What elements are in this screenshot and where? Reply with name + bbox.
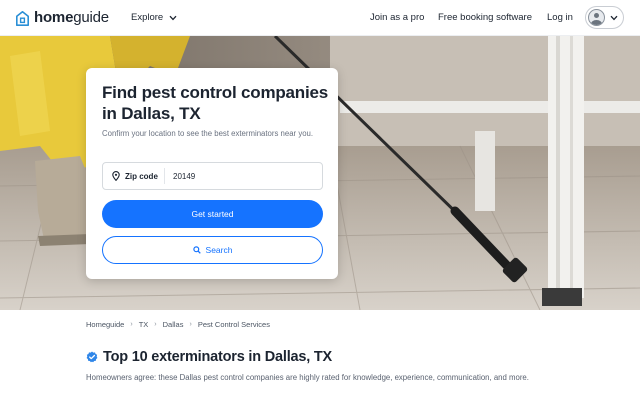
zip-code-field[interactable]: Zip code [102,162,323,190]
breadcrumb-separator: › [130,321,133,328]
search-button-label: Search [205,245,233,255]
chevron-down-icon [169,15,177,20]
account-menu-button[interactable] [585,6,624,29]
join-as-pro-link[interactable]: Join as a pro [370,12,424,23]
login-link[interactable]: Log in [547,12,573,23]
breadcrumb-city[interactable]: Dallas [163,320,184,329]
explore-menu[interactable]: Explore [131,12,177,23]
breadcrumb-home[interactable]: Homeguide [86,320,124,329]
zip-code-label: Zip code [103,168,165,184]
location-pin-icon [112,171,120,181]
home-logo-icon [16,10,29,26]
search-icon [192,246,201,254]
homeguide-logo[interactable]: homeguide [16,10,109,26]
breadcrumb-separator: › [189,321,192,328]
site-header: homeguide Explore Join as a pro Free boo… [0,0,640,36]
explore-label: Explore [131,12,164,23]
avatar-icon [588,9,605,26]
search-card: Find pest control companies in Dallas, T… [86,68,338,279]
section-description: Homeowners agree: these Dallas pest cont… [86,373,529,382]
breadcrumb-state[interactable]: TX [139,320,149,329]
card-title: Find pest control companies in Dallas, T… [102,83,329,123]
zip-code-label-text: Zip code [125,171,158,181]
section-title: Top 10 exterminators in Dallas, TX [103,349,333,365]
zip-code-input[interactable] [165,171,305,181]
breadcrumb: Homeguide › TX › Dallas › Pest Control S… [86,320,270,329]
chevron-down-icon [610,15,618,20]
breadcrumb-current: Pest Control Services [197,320,270,329]
logo-text: homeguide [34,9,109,26]
section-heading: Top 10 exterminators in Dallas, TX [86,349,332,365]
free-booking-software-link[interactable]: Free booking software [438,12,532,23]
card-subtitle: Confirm your location to see the best ex… [102,129,314,138]
breadcrumb-separator: › [154,321,157,328]
search-button[interactable]: Search [102,236,323,264]
get-started-button[interactable]: Get started [102,200,323,228]
verified-badge-icon [86,351,98,363]
